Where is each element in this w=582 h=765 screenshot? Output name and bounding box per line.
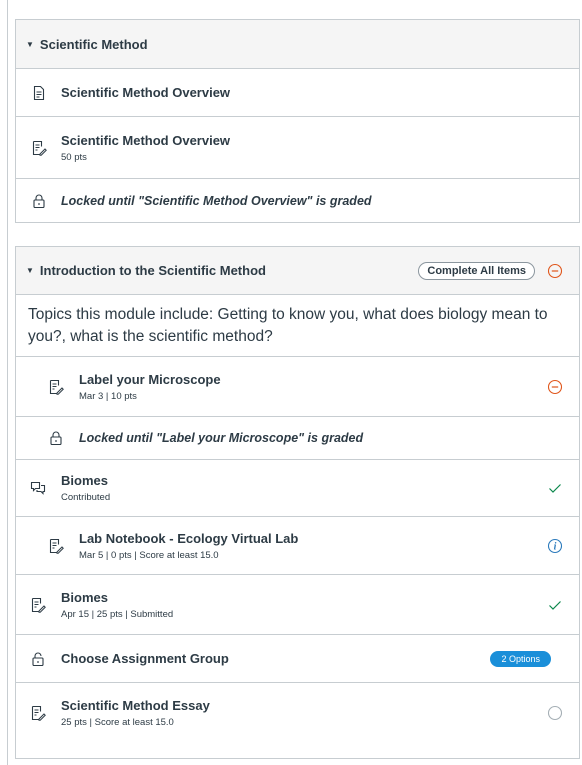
item-title[interactable]: Lab Notebook - Ecology Virtual Lab (79, 531, 298, 546)
item-title[interactable]: Choose Assignment Group (61, 651, 229, 666)
item-title[interactable]: Biomes (61, 590, 173, 605)
item-meta: Mar 3 | 10 pts (79, 390, 137, 402)
module-scientific-method: ▼ Scientific Method Scientific Method Ov… (15, 19, 580, 223)
assignment-icon (31, 140, 47, 156)
module-item[interactable]: Choose Assignment Group 2 Options (16, 635, 579, 683)
module-description: Topics this module include: Getting to k… (16, 295, 579, 357)
item-meta: Mar 5 | 0 pts | Score at least 15.0 (79, 549, 219, 561)
locked-text: Locked until "Scientific Method Overview… (61, 193, 372, 208)
checkmark-icon (547, 597, 563, 613)
svg-text:i: i (554, 541, 557, 552)
checkmark-icon (547, 480, 563, 496)
lock-icon (48, 430, 64, 446)
module-item[interactable]: Label your Microscope Mar 3 | 10 pts (16, 357, 579, 417)
item-meta: Contributed (61, 492, 111, 503)
complete-all-items-badge[interactable]: Complete All Items (418, 261, 535, 280)
module-intro-scientific-method: ▼ Introduction to the Scientific Method … (15, 246, 580, 759)
empty-circle-icon (547, 705, 563, 721)
module-item[interactable]: Lab Notebook - Ecology Virtual Lab Mar 5… (16, 517, 579, 575)
module-title: Scientific Method (39, 36, 148, 52)
module-item[interactable]: Biomes Apr 15 | 25 pts | Submitted (16, 575, 579, 635)
module-item-locked: Locked until "Label your Microscope" is … (16, 417, 579, 460)
caret-down-icon[interactable]: ▼ (26, 40, 34, 49)
item-status: 2 Options (490, 650, 551, 667)
module-header[interactable]: ▼ Scientific Method (16, 20, 579, 69)
left-border (7, 0, 8, 765)
module-header-actions: Complete All Items (418, 261, 563, 280)
options-badge[interactable]: 2 Options (490, 650, 551, 667)
module-item[interactable]: Scientific Method Overview (16, 69, 579, 117)
item-status (547, 379, 563, 395)
module-item[interactable]: Scientific Method Overview 50 pts (16, 117, 579, 179)
module-item-locked: Locked until "Scientific Method Overview… (16, 179, 579, 222)
caret-down-icon[interactable]: ▼ (26, 266, 34, 275)
item-status (547, 705, 563, 721)
item-status (547, 597, 563, 613)
assignment-icon (30, 597, 46, 613)
locked-text: Locked until "Label your Microscope" is … (79, 431, 364, 445)
assignment-icon (48, 379, 64, 395)
item-title[interactable]: Scientific Method Overview (61, 85, 230, 100)
minus-circle-icon[interactable] (547, 263, 563, 279)
discussion-icon (30, 480, 46, 496)
unlock-icon (30, 651, 46, 667)
minus-circle-icon (547, 379, 563, 395)
item-title[interactable]: Label your Microscope (79, 372, 221, 387)
item-meta: Apr 15 | 25 pts | Submitted (61, 608, 174, 620)
item-title[interactable]: Biomes (61, 473, 110, 488)
item-status: i (547, 538, 563, 554)
item-meta: 25 pts | Score at least 15.0 (61, 717, 174, 728)
assignment-icon (48, 538, 64, 554)
assignment-icon (30, 705, 46, 721)
item-meta: 50 pts (61, 151, 87, 163)
item-title[interactable]: Scientific Method Essay (61, 698, 210, 713)
info-icon[interactable]: i (547, 538, 563, 554)
module-title: Introduction to the Scientific Method (39, 263, 266, 278)
module-item[interactable]: Biomes Contributed (16, 460, 579, 517)
page-icon (31, 85, 47, 101)
item-title[interactable]: Scientific Method Overview (61, 133, 230, 148)
module-item[interactable]: Scientific Method Essay 25 pts | Score a… (16, 683, 579, 743)
lock-icon (31, 193, 47, 209)
module-header[interactable]: ▼ Introduction to the Scientific Method … (16, 247, 579, 295)
item-status (547, 480, 563, 496)
